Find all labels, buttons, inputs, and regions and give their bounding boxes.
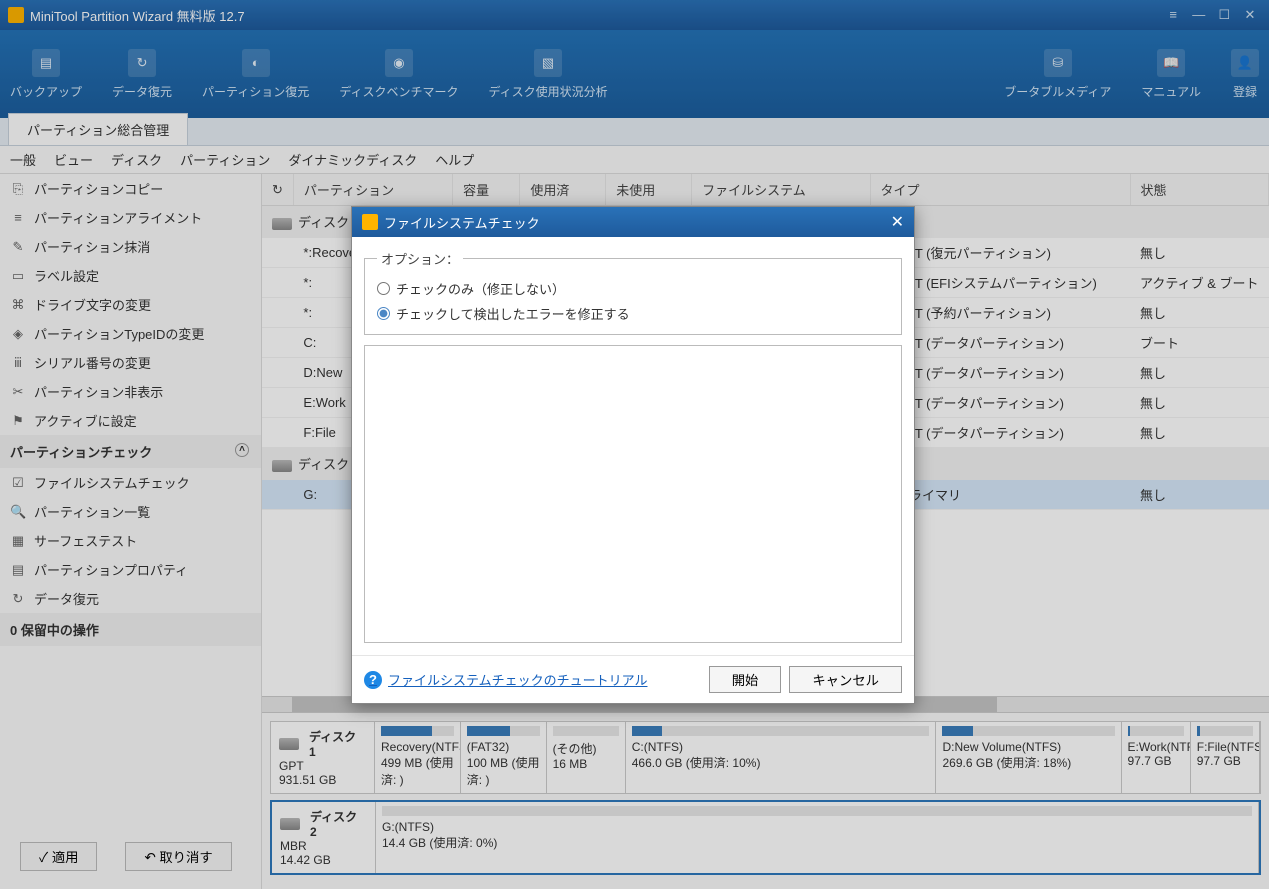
help-icon: ? <box>364 671 382 689</box>
start-button[interactable]: 開始 <box>709 666 782 693</box>
dialog-title: ファイルシステムチェック <box>384 213 540 232</box>
options-legend: オプション： <box>377 249 463 268</box>
dialog-close-icon[interactable]: ✕ <box>891 212 904 232</box>
radio-check-fix-input[interactable] <box>377 307 390 320</box>
fs-check-dialog: ファイルシステムチェック ✕ オプション： チェックのみ（修正しない） チェック… <box>351 206 915 704</box>
radio-check-fix[interactable]: チェックして検出したエラーを修正する <box>377 301 889 326</box>
dialog-icon <box>362 214 378 230</box>
help-link[interactable]: ? ファイルシステムチェックのチュートリアル <box>364 670 647 689</box>
radio-check-only-input[interactable] <box>377 282 390 295</box>
radio-check-only[interactable]: チェックのみ（修正しない） <box>377 276 889 301</box>
options-fieldset: オプション： チェックのみ（修正しない） チェックして検出したエラーを修正する <box>364 249 902 335</box>
cancel-button[interactable]: キャンセル <box>789 666 902 693</box>
output-textarea[interactable] <box>364 345 902 643</box>
dialog-titlebar: ファイルシステムチェック ✕ <box>352 207 914 237</box>
